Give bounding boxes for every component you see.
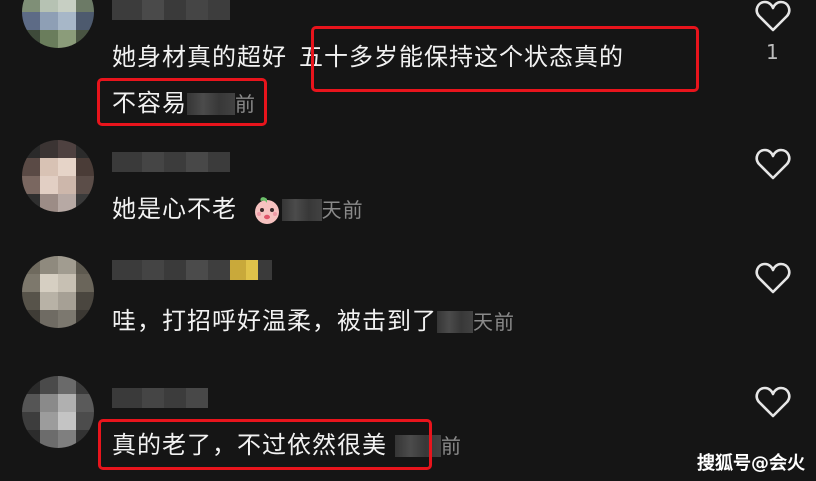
username-blurred[interactable] — [112, 388, 208, 408]
watermark: 搜狐号@会火 — [697, 453, 805, 474]
heart-outline-icon[interactable] — [755, 148, 791, 180]
avatar[interactable] — [22, 256, 94, 328]
avatar[interactable] — [22, 376, 94, 448]
comment-text: 哇，打招呼好温柔，被击到了 天前 — [112, 304, 515, 339]
username-blurred[interactable] — [112, 0, 230, 20]
highlight-box — [311, 26, 699, 92]
heart-outline-icon[interactable] — [755, 0, 791, 32]
timestamp-suffix: 前 — [441, 434, 462, 458]
username-blurred[interactable] — [112, 152, 230, 172]
comment-text-plain: 她身材真的超好 — [112, 43, 287, 71]
peach-face-emoji — [252, 195, 282, 225]
like-count: 1 — [766, 40, 779, 64]
timestamp-suffix: 天前 — [473, 310, 515, 334]
timestamp-suffix: 天前 — [321, 198, 364, 222]
heart-outline-icon[interactable] — [755, 262, 791, 294]
avatar[interactable] — [22, 140, 94, 212]
timestamp-blurred — [437, 311, 473, 333]
comment-text-plain: 哇，打招呼好温柔，被击到了 — [112, 307, 437, 335]
highlight-box — [97, 78, 267, 126]
avatar[interactable] — [22, 0, 94, 48]
username-blurred[interactable] — [112, 260, 272, 280]
timestamp-blurred — [281, 199, 322, 221]
heart-outline-icon[interactable] — [755, 386, 791, 418]
comment-text-plain: 她是心不老 — [112, 195, 237, 223]
highlight-box — [98, 419, 432, 470]
comment-text: 她是心不老 天前 — [112, 192, 364, 227]
